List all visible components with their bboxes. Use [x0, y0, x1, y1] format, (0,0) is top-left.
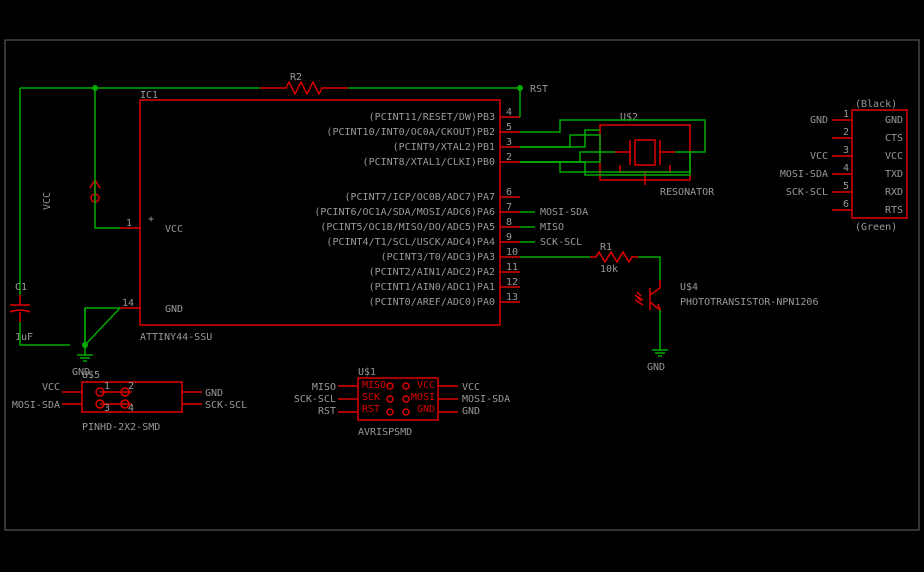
svg-text:12: 12 [506, 277, 518, 288]
svg-text:SCK-SCL: SCK-SCL [205, 400, 247, 411]
c1-body [10, 295, 30, 322]
svg-text:GND: GND [647, 362, 665, 373]
vcc-label: VCC [42, 192, 53, 210]
c1-ref: C1 [15, 282, 27, 293]
svg-text:MISO: MISO [362, 380, 386, 391]
us4-ref: U$4 [680, 282, 698, 293]
svg-text:9: 9 [506, 232, 512, 243]
svg-text:GND: GND [462, 406, 480, 417]
r1-value: 10k [600, 264, 618, 275]
svg-text:GND: GND [205, 388, 223, 399]
r2-ref: R2 [290, 72, 302, 83]
ic1-ref: IC1 [140, 90, 158, 101]
us2-ref: U$2 [620, 112, 638, 123]
us2-value: RESONATOR [660, 187, 715, 198]
svg-text:8: 8 [506, 217, 512, 228]
svg-text:2: 2 [128, 381, 134, 392]
svg-text:VCC: VCC [810, 151, 828, 162]
svg-text:VCC: VCC [885, 151, 903, 162]
svg-text:RXD: RXD [885, 187, 903, 198]
svg-text:3: 3 [843, 145, 849, 156]
svg-text:5: 5 [843, 181, 849, 192]
r1-body [590, 252, 638, 262]
gnd-symbol-left [77, 345, 93, 361]
svg-text:MOSI-SDA: MOSI-SDA [780, 169, 828, 180]
svg-text:(PCINT5/OC1B/MISO/DO/ADC5)PA5: (PCINT5/OC1B/MISO/DO/ADC5)PA5 [320, 222, 495, 233]
svg-text:GND: GND [885, 115, 903, 126]
svg-text:5: 5 [506, 122, 512, 133]
svg-text:1: 1 [104, 381, 110, 392]
svg-text:2: 2 [843, 127, 849, 138]
us5-ref: U$5 [82, 370, 100, 381]
svg-text:VCC: VCC [462, 382, 480, 393]
svg-text:TXD: TXD [885, 169, 903, 180]
svg-text:MISO: MISO [540, 222, 564, 233]
svg-text:MOSI-SDA: MOSI-SDA [462, 394, 510, 405]
svg-text:VCC: VCC [417, 380, 435, 391]
svg-text:(PCINT10/INT0/OC0A/CKOUT)PB2: (PCINT10/INT0/OC0A/CKOUT)PB2 [326, 127, 495, 138]
r2-body [280, 82, 328, 94]
svg-text:4: 4 [843, 163, 849, 174]
svg-text:(PCINT3/T0/ADC3)PA3: (PCINT3/T0/ADC3)PA3 [381, 252, 495, 263]
svg-text:4: 4 [506, 107, 512, 118]
ic1-plus: + [148, 214, 154, 225]
svg-text:1: 1 [843, 109, 849, 120]
svg-text:MISO: MISO [312, 382, 336, 393]
ftdi-bottom: (Green) [855, 222, 897, 233]
svg-text:3: 3 [104, 403, 110, 414]
svg-text:RST: RST [362, 404, 380, 415]
svg-text:14: 14 [122, 298, 134, 309]
us5-value: PINHD-2X2-SMD [82, 422, 160, 433]
svg-text:SCK: SCK [362, 392, 380, 403]
svg-text:(PCINT2/AIN1/ADC2)PA2: (PCINT2/AIN1/ADC2)PA2 [369, 267, 495, 278]
svg-text:7: 7 [506, 202, 512, 213]
ftdi-top: (Black) [855, 99, 897, 110]
svg-text:MOSI-SDA: MOSI-SDA [540, 207, 588, 218]
phototransistor-body [650, 280, 660, 310]
svg-text:2: 2 [506, 152, 512, 163]
svg-text:RST: RST [318, 406, 336, 417]
svg-text:11: 11 [506, 262, 518, 273]
svg-text:13: 13 [506, 292, 518, 303]
ic1-vcc-label: VCC [165, 224, 183, 235]
net-rst: RST [530, 84, 548, 95]
svg-text:6: 6 [843, 199, 849, 210]
svg-text:GND: GND [810, 115, 828, 126]
svg-text:SCK-SCL: SCK-SCL [294, 394, 336, 405]
r1-ref: R1 [600, 242, 612, 253]
svg-text:3: 3 [506, 137, 512, 148]
svg-text:(PCINT4/T1/SCL/USCK/ADC4)PA4: (PCINT4/T1/SCL/USCK/ADC4)PA4 [326, 237, 495, 248]
us1-value: AVRISPSMD [358, 427, 412, 438]
svg-text:(PCINT7/ICP/OC0B/ADC7)PA7: (PCINT7/ICP/OC0B/ADC7)PA7 [344, 192, 495, 203]
svg-text:4: 4 [128, 403, 134, 414]
svg-text:6: 6 [506, 187, 512, 198]
svg-text:(PCINT0/AREF/ADC0)PA0: (PCINT0/AREF/ADC0)PA0 [369, 297, 495, 308]
svg-text:(PCINT1/AIN0/ADC1)PA1: (PCINT1/AIN0/ADC1)PA1 [369, 282, 495, 293]
svg-text:GND: GND [417, 404, 435, 415]
svg-text:CTS: CTS [885, 133, 903, 144]
svg-text:MOSI: MOSI [411, 392, 435, 403]
svg-text:RTS: RTS [885, 205, 903, 216]
ic1-gnd-label: GND [165, 304, 183, 315]
svg-text:10: 10 [506, 247, 518, 258]
svg-text:VCC: VCC [42, 382, 60, 393]
ftdi-body [852, 110, 907, 218]
ic1-value: ATTINY44-SSU [140, 332, 212, 343]
us4-value: PHOTOTRANSISTOR-NPN1206 [680, 297, 818, 308]
gnd-symbol-photo [652, 340, 668, 356]
us1-ref: U$1 [358, 367, 376, 378]
c1-value: 1uF [15, 332, 33, 343]
svg-text:(PCINT9/XTAL2)PB1: (PCINT9/XTAL2)PB1 [393, 142, 495, 153]
svg-text:SCK-SCL: SCK-SCL [786, 187, 828, 198]
svg-text:1: 1 [126, 218, 132, 229]
svg-text:(PCINT11/RESET/DW)PB3: (PCINT11/RESET/DW)PB3 [369, 112, 495, 123]
svg-text:(PCINT6/OC1A/SDA/MOSI/ADC6)PA6: (PCINT6/OC1A/SDA/MOSI/ADC6)PA6 [314, 207, 495, 218]
svg-text:(PCINT8/XTAL1/CLKI)PB0: (PCINT8/XTAL1/CLKI)PB0 [363, 157, 495, 168]
svg-text:SCK-SCL: SCK-SCL [540, 237, 582, 248]
svg-text:MOSI-SDA: MOSI-SDA [12, 400, 60, 411]
